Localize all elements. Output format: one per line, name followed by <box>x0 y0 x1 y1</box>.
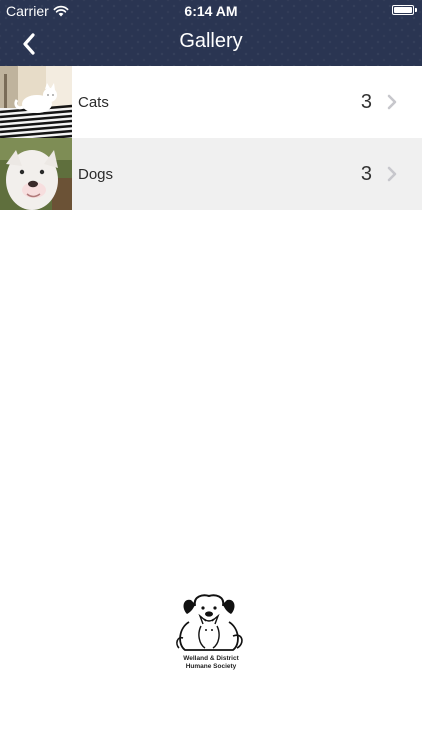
logo-line-2: Humane Society <box>185 663 237 670</box>
logo-line-1: Welland & District <box>183 655 239 662</box>
navigation-bar: Gallery <box>0 22 422 66</box>
chevron-right-icon <box>387 166 397 182</box>
status-time: 6:14 AM <box>184 3 238 19</box>
top-bar: Carrier 6:14 AM Gallery <box>0 0 422 66</box>
battery-tip <box>415 8 417 12</box>
battery-icon <box>392 5 414 15</box>
gallery-list: Cats 3 Dogs 3 <box>0 66 422 210</box>
page-title: Gallery <box>179 30 243 52</box>
chevron-right-icon <box>387 94 397 110</box>
dogs-thumbnail <box>0 138 72 210</box>
gallery-item-cats[interactable]: Cats 3 <box>0 66 422 138</box>
status-bar: Carrier 6:14 AM <box>0 0 422 22</box>
gallery-item-label: Cats <box>78 93 109 111</box>
gallery-screen: Carrier 6:14 AM Gallery Cats 3 Dogs 3 We… <box>0 0 422 750</box>
gallery-item-label: Dogs <box>78 165 114 183</box>
cats-thumbnail <box>0 66 72 138</box>
gallery-item-count: 3 <box>360 162 372 185</box>
gallery-item-count: 3 <box>360 90 372 113</box>
battery-level <box>394 7 412 13</box>
logo-text: Welland & District Humane Society <box>160 655 262 671</box>
gallery-item-dogs[interactable]: Dogs 3 <box>0 138 422 210</box>
